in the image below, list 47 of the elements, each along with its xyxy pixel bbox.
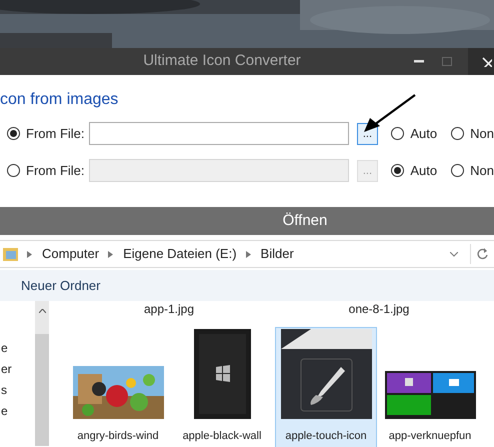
- chevron-right-icon: [27, 250, 32, 258]
- section-heading: con from images: [0, 90, 120, 110]
- file-name: one-8-1.jpg: [348, 301, 410, 318]
- dialog-title: Öffnen: [282, 210, 328, 231]
- address-bar[interactable]: Computer Eigene Dateien (E:) Bilder: [0, 240, 494, 268]
- scroll-up-icon[interactable]: [38, 309, 46, 313]
- breadcrumb-item[interactable]: Bilder: [260, 244, 294, 264]
- file-name: app-verknuepfun: [388, 429, 472, 443]
- radio-button[interactable]: [391, 127, 404, 140]
- file-item[interactable]: app-verknuepfun: [379, 327, 481, 447]
- radio-button[interactable]: [451, 164, 464, 177]
- option-label: Auto: [410, 162, 438, 180]
- chevron-right-icon: [246, 250, 251, 258]
- folder-icon: [3, 247, 18, 261]
- nav-item[interactable]: er: [1, 362, 35, 377]
- minimize-icon[interactable]: [414, 60, 424, 63]
- chevron-right-icon: [108, 250, 114, 258]
- file-item[interactable]: apple-touch-icon: [275, 327, 377, 447]
- file-name: app-1.jpg: [142, 301, 196, 318]
- option-label: Non: [470, 162, 494, 180]
- radio-button[interactable]: [451, 127, 464, 140]
- close-icon[interactable]: [482, 56, 492, 66]
- file-item[interactable]: apple-black-wall: [171, 327, 273, 447]
- scrollbar[interactable]: [35, 301, 49, 446]
- scrollbar-thumb[interactable]: [35, 334, 49, 446]
- field-label: From File:: [26, 124, 86, 143]
- breadcrumb-item[interactable]: Eigene Dateien (E:): [123, 244, 237, 264]
- nav-item[interactable]: e: [1, 341, 35, 356]
- radio-button[interactable]: [391, 164, 404, 177]
- file-item[interactable]: angry-birds-wind: [67, 327, 169, 447]
- toolbar-button[interactable]: Neuer Ordner: [21, 276, 100, 296]
- file-name: apple-black-wall: [182, 429, 262, 443]
- file-name: apple-touch-icon: [285, 429, 367, 443]
- option-label: Non: [470, 124, 494, 143]
- breadcrumb-item[interactable]: Computer: [42, 244, 100, 264]
- radio-button[interactable]: [7, 164, 20, 177]
- close-button[interactable]: [468, 48, 494, 75]
- window-title: Ultimate Icon Converter: [143, 51, 301, 72]
- nav-item[interactable]: s: [1, 383, 35, 398]
- radio-button[interactable]: [7, 127, 20, 140]
- refresh-icon[interactable]: [477, 248, 488, 260]
- file-name: angry-birds-wind: [77, 429, 159, 443]
- field-label: From File:: [26, 162, 86, 180]
- input-field[interactable]: [88, 122, 349, 145]
- dropdown-icon[interactable]: [450, 252, 458, 256]
- nav-item[interactable]: e: [1, 404, 35, 419]
- option-label: Auto: [410, 124, 438, 143]
